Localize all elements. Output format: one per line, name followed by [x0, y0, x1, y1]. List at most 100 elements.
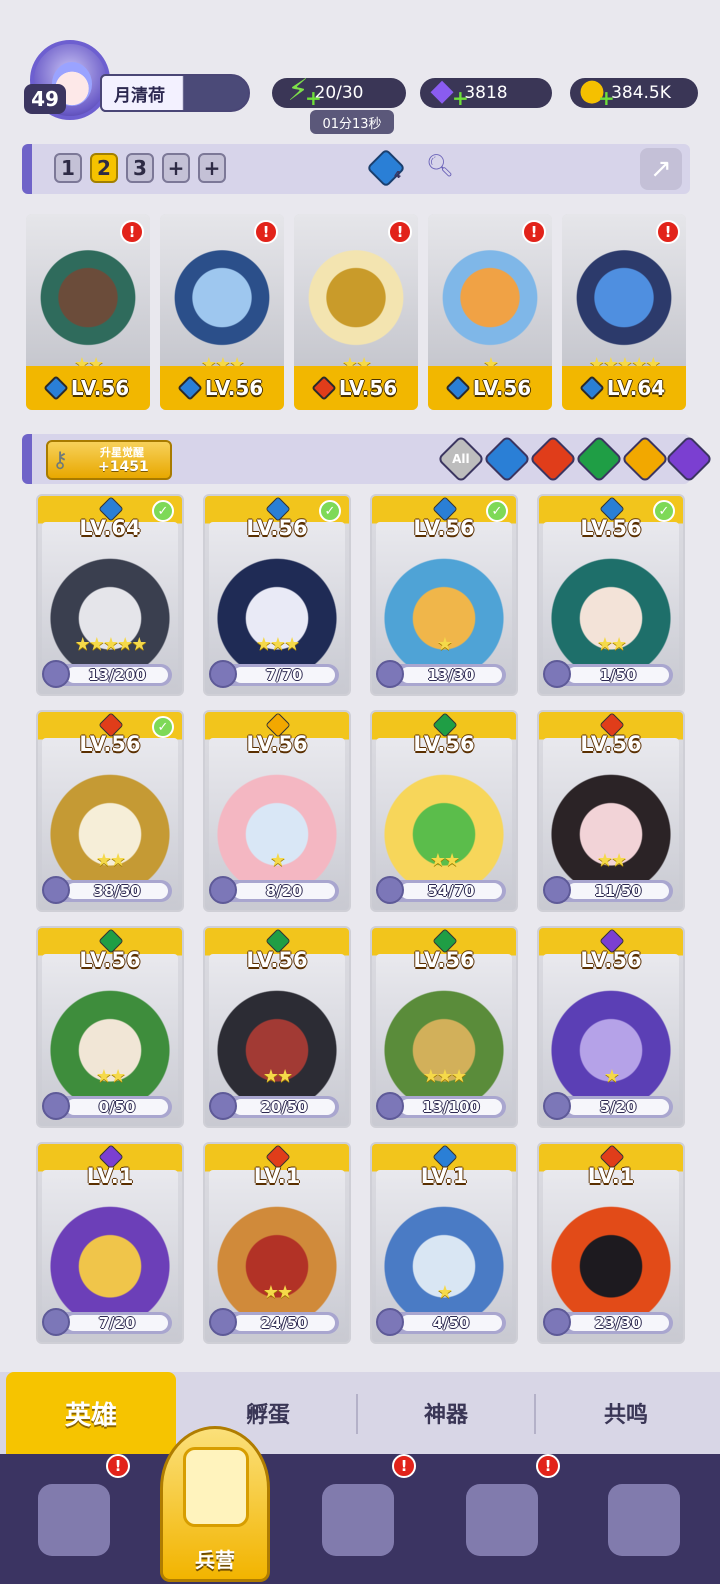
water-crystal-icon[interactable]: [366, 148, 406, 188]
team-hero-card[interactable]: ★★ LV.56 !: [294, 214, 418, 410]
element-icon: [177, 375, 203, 401]
energy-timer: 01分13秒: [310, 110, 394, 134]
team-tab-add-1[interactable]: +: [162, 153, 190, 183]
hero-card[interactable]: LV.56 ★ 5/20: [537, 926, 685, 1128]
filter-wind-icon[interactable]: [574, 434, 624, 484]
team-tab-3[interactable]: 3: [126, 153, 154, 183]
hero-card[interactable]: ✓ LV.64 ★★★★★ 13/200: [36, 494, 184, 696]
tab-artifacts[interactable]: 神器: [358, 1372, 534, 1454]
guild-icon: [608, 1484, 680, 1556]
tab-heroes[interactable]: 英雄: [6, 1372, 176, 1454]
hero-card[interactable]: ✓ LV.56 ★★ 1/50: [537, 494, 685, 696]
energy-plus-icon[interactable]: +: [305, 86, 322, 110]
fragment-progress: 24/50: [209, 1308, 339, 1336]
nav-cards[interactable]: [24, 1470, 124, 1570]
fragment-icon: [543, 1308, 571, 1336]
hero-stars: ★: [436, 1282, 453, 1303]
fragment-count: 13/100: [422, 1098, 480, 1116]
hero-card[interactable]: LV.1 23/30: [537, 1142, 685, 1344]
hero-alert-icon: !: [254, 220, 278, 244]
nav-shop[interactable]: [452, 1470, 552, 1570]
hero-card[interactable]: LV.56 ★★ 11/50: [537, 710, 685, 912]
hero-card[interactable]: LV.1 7/20: [36, 1142, 184, 1344]
filter-dark-icon[interactable]: [664, 434, 714, 484]
sub-tab-bar: 英雄 孵蛋 神器 共鸣: [0, 1372, 720, 1454]
filter-all-button[interactable]: All: [436, 434, 486, 484]
fragment-progress: 0/50: [42, 1092, 172, 1120]
top-bar: 49 月清荷 20/30 ⚡ + 01分13秒 3818 ◆ + 384.5K …: [0, 0, 720, 140]
element-icon: [579, 375, 605, 401]
fragment-icon: [543, 660, 571, 688]
fragment-count: 5/20: [599, 1098, 637, 1116]
key-icon: ⚷: [52, 448, 69, 473]
share-icon[interactable]: ↗: [640, 148, 682, 190]
hero-stars: ★★: [95, 850, 126, 871]
gem-plus-icon[interactable]: +: [452, 86, 469, 110]
hero-card[interactable]: LV.56 ★★ 20/50: [203, 926, 351, 1128]
cards-icon: [38, 1484, 110, 1556]
element-icon: [43, 375, 69, 401]
hero-level: LV.64: [606, 376, 666, 400]
hero-card[interactable]: ✓ LV.56 ★★ 38/50: [36, 710, 184, 912]
hero-level: LV.64: [79, 516, 141, 540]
fragment-count: 8/20: [265, 882, 303, 900]
fragment-progress: 8/20: [209, 876, 339, 904]
team-tab-add-2[interactable]: +: [198, 153, 226, 183]
hero-card[interactable]: LV.56 ★★ 54/70: [370, 710, 518, 912]
hero-level: LV.56: [79, 948, 141, 972]
shop-icon: [466, 1484, 538, 1556]
nav-shop-alert: !: [536, 1454, 560, 1478]
fragment-progress: 23/30: [543, 1308, 673, 1336]
nav-map[interactable]: [308, 1470, 408, 1570]
bottom-nav: ! 兵营 ! !: [0, 1426, 720, 1584]
fragment-icon: [42, 1092, 70, 1120]
fragment-icon: [42, 1308, 70, 1336]
hero-stars: ★★★★★: [74, 634, 148, 655]
fragment-count: 11/50: [594, 882, 642, 900]
team-tab-2[interactable]: 2: [90, 153, 118, 183]
hero-level: LV.1: [86, 1164, 134, 1188]
fragment-progress: 7/70: [209, 660, 339, 688]
hero-card[interactable]: ✓ LV.56 ★★★ 7/70: [203, 494, 351, 696]
hero-card[interactable]: ✓ LV.56 ★ 13/30: [370, 494, 518, 696]
team-hero-card[interactable]: ★★ LV.56 !: [26, 214, 150, 410]
fragment-progress: 54/70: [376, 876, 506, 904]
tab-resonance[interactable]: 共鸣: [536, 1372, 716, 1454]
star-awaken-button[interactable]: ⚷ 升星觉醒 +1451: [46, 440, 172, 480]
hero-card[interactable]: LV.56 ★ 8/20: [203, 710, 351, 912]
fragment-icon: [209, 1092, 237, 1120]
gold-plus-icon[interactable]: +: [598, 86, 615, 110]
fragment-count: 54/70: [427, 882, 475, 900]
hero-card[interactable]: LV.56 ★★★ 13/100: [370, 926, 518, 1128]
filter-water-icon[interactable]: [482, 434, 532, 484]
team-hero-card[interactable]: ★ LV.56 !: [428, 214, 552, 410]
fragment-count: 7/70: [265, 666, 303, 684]
hero-card[interactable]: LV.1 ★ 4/50: [370, 1142, 518, 1344]
fragment-progress: 1/50: [543, 660, 673, 688]
magnifier-icon[interactable]: 🔍︎: [426, 154, 454, 179]
hero-level-bar: LV.56: [294, 366, 418, 410]
fragment-icon: [376, 1308, 404, 1336]
nav-barracks-label: 兵营: [195, 1548, 235, 1572]
awaken-title: 升星觉醒: [100, 446, 144, 459]
fragment-count: 4/50: [432, 1314, 470, 1332]
nav-guild[interactable]: [594, 1470, 694, 1570]
hero-card[interactable]: LV.1 ★★ 24/50: [203, 1142, 351, 1344]
hero-card[interactable]: LV.56 ★★ 0/50: [36, 926, 184, 1128]
hero-stars: ★: [436, 634, 453, 655]
team-hero-card[interactable]: ★★★★★ LV.64 !: [562, 214, 686, 410]
hero-level: LV.56: [413, 948, 475, 972]
filter-fire-icon[interactable]: [528, 434, 578, 484]
team-tab-1[interactable]: 1: [54, 153, 82, 183]
fragment-icon: [42, 660, 70, 688]
fragment-count: 7/20: [98, 1314, 136, 1332]
team-hero-card[interactable]: ★★★ LV.56 !: [160, 214, 284, 410]
filter-light-icon[interactable]: [620, 434, 670, 484]
hero-level: LV.56: [70, 376, 130, 400]
hero-level: LV.56: [246, 948, 308, 972]
hero-alert-icon: !: [522, 220, 546, 244]
fragment-count: 24/50: [260, 1314, 308, 1332]
nav-barracks[interactable]: 兵营: [160, 1426, 270, 1582]
fragment-count: 0/50: [98, 1098, 136, 1116]
player-name[interactable]: 月清荷: [100, 74, 250, 112]
